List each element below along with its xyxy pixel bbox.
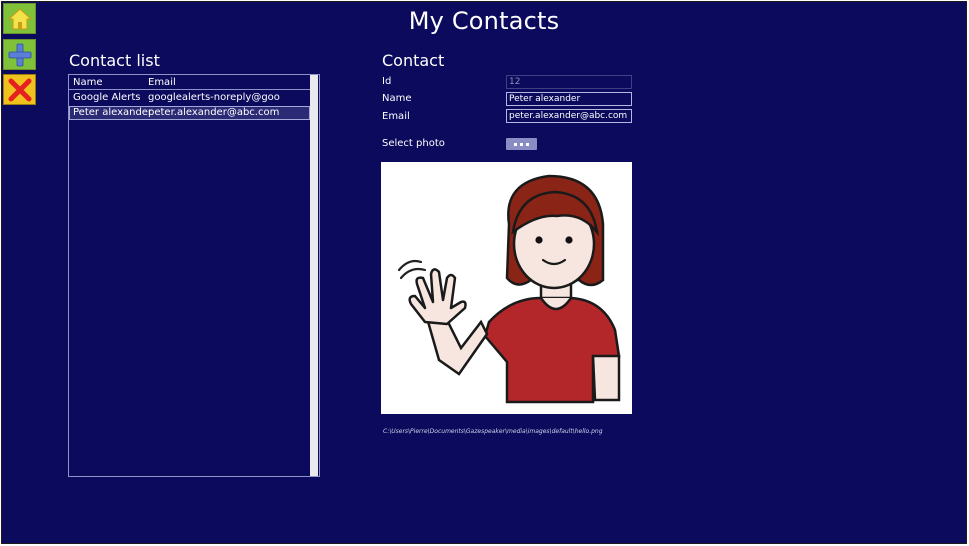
list-scrollbar[interactable] <box>310 75 318 476</box>
contact-list[interactable]: Name Email Google Alerts googlealerts-no… <box>68 74 320 477</box>
list-item-selected[interactable]: Peter alexander peter.alexander@abc.com <box>69 106 310 120</box>
list-item[interactable]: Google Alerts googlealerts-noreply@goo <box>69 91 310 105</box>
photo-path: C:\Users\Pierre\Documents\Gazespeaker\me… <box>383 428 603 435</box>
app-title: My Contacts <box>408 7 560 35</box>
app-window: My Contacts Contact list Name Email Goog… <box>1 1 967 544</box>
home-button[interactable] <box>3 3 36 34</box>
list-item-name: Peter alexander <box>73 107 153 118</box>
column-header-email[interactable]: Email <box>148 77 176 88</box>
email-label: Email <box>382 111 410 122</box>
contact-photo <box>381 162 632 414</box>
delete-contact-button[interactable] <box>3 74 36 105</box>
contact-title: Contact <box>382 51 445 70</box>
dot-icon <box>526 142 529 146</box>
dot-icon <box>520 142 523 146</box>
list-item-email: googlealerts-noreply@goo <box>148 92 280 103</box>
name-label: Name <box>382 93 412 104</box>
list-item-name: Google Alerts <box>73 92 141 103</box>
home-icon <box>7 7 32 29</box>
dot-icon <box>514 142 517 146</box>
person-waving-illustration <box>397 174 621 404</box>
column-header-name[interactable]: Name <box>73 77 103 88</box>
id-label: Id <box>382 76 392 87</box>
add-contact-button[interactable] <box>3 39 36 70</box>
list-item-email: peter.alexander@abc.com <box>148 107 280 118</box>
select-photo-label: Select photo <box>382 138 445 149</box>
browse-photo-button[interactable] <box>506 138 537 150</box>
name-field[interactable] <box>506 92 632 106</box>
id-field <box>506 75 632 89</box>
list-header: Name Email <box>69 75 310 90</box>
email-field[interactable] <box>506 109 632 123</box>
close-icon <box>8 78 31 101</box>
plus-icon <box>8 43 31 66</box>
contact-list-title: Contact list <box>69 51 160 70</box>
